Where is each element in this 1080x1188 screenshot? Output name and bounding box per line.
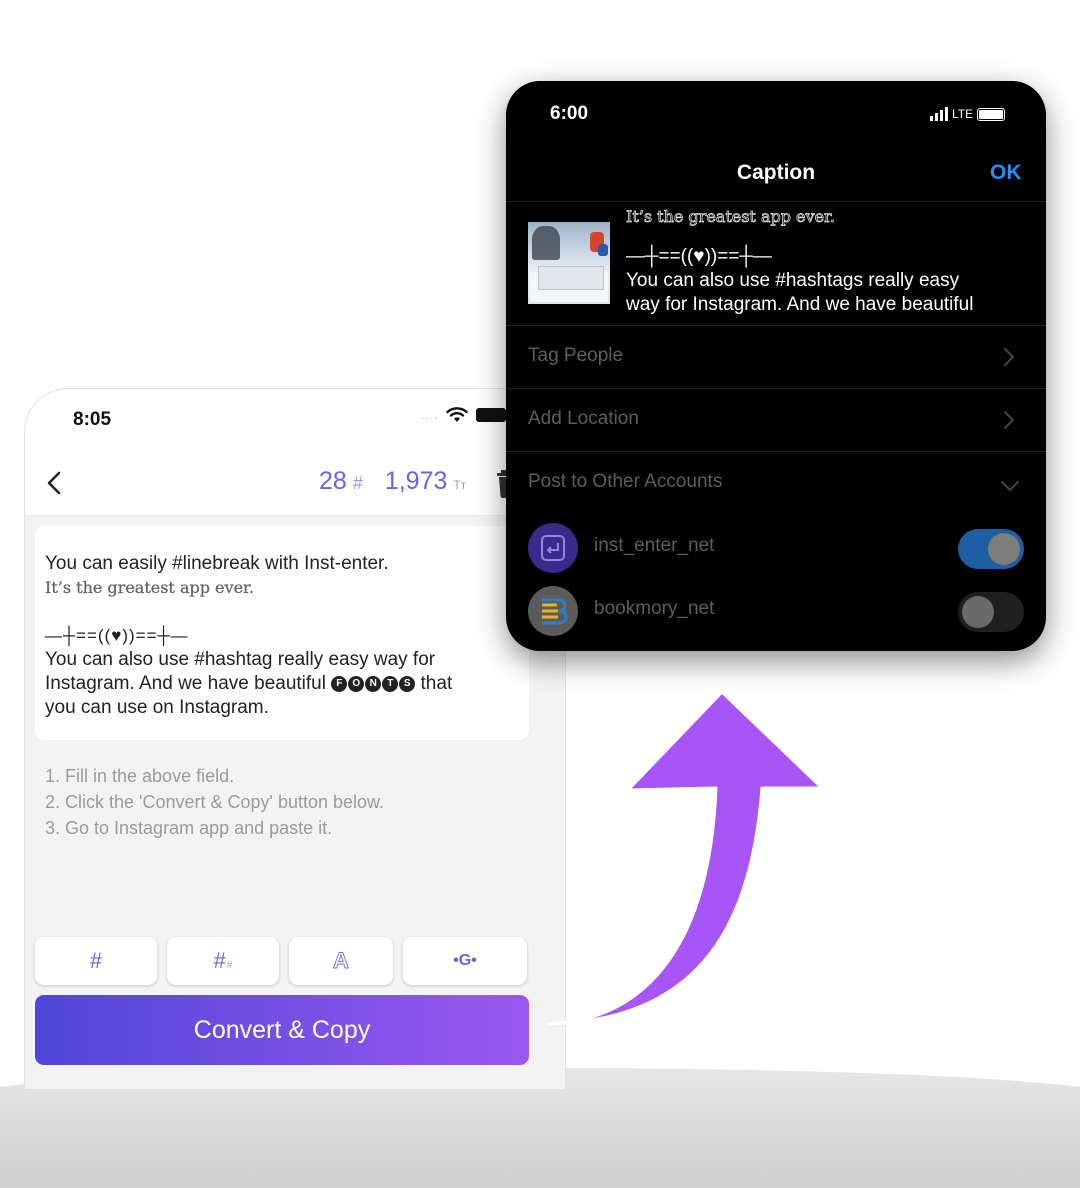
status-icons: ....	[421, 407, 507, 423]
hashtag-count: 28	[319, 467, 347, 495]
signal-dots: ....	[421, 408, 439, 422]
status-bar: 8:05 ....	[25, 389, 565, 453]
divider	[506, 325, 1046, 326]
font-icon: A	[333, 948, 350, 974]
text-size-icon: Tт	[453, 478, 467, 492]
hashtag-icon: #	[352, 473, 363, 493]
tag-people-label: Tag People	[528, 345, 624, 366]
editor-phone: 8:05 .... 28 # 1,973 Tт You can easily #…	[24, 388, 566, 1090]
status-time: 8:05	[73, 409, 112, 430]
more-icon: •G•	[453, 952, 477, 969]
fonts-circled-text: F O N T S	[331, 675, 416, 692]
chevron-right-icon	[1004, 348, 1015, 366]
account-name: bookmory_net	[594, 598, 715, 619]
page-title: Caption	[736, 161, 816, 184]
network-label: LTE	[952, 107, 974, 121]
instruction-item: 2. Click the 'Convert & Copy' button bel…	[45, 792, 385, 812]
status-time: 6:00	[550, 103, 589, 124]
more-button[interactable]: •G•	[403, 937, 527, 985]
battery-icon	[476, 408, 507, 422]
tag-people-row[interactable]: Tag People	[506, 327, 1046, 389]
instruction-item: 1. Fill in the above field.	[45, 766, 235, 786]
convert-copy-button[interactable]: Convert & Copy	[35, 995, 529, 1065]
chevron-right-icon	[1004, 411, 1015, 429]
curved-arrow-icon	[546, 690, 824, 1026]
post-other-accounts-label: Post to Other Accounts	[528, 471, 723, 492]
editor-line: you can use on Instagram.	[45, 697, 269, 718]
add-location-row[interactable]: Add Location	[506, 390, 1046, 452]
instruction-item: 3. Go to Instagram app and paste it.	[45, 818, 333, 838]
editor-fancy-line: It’s the greatest app ever.	[45, 578, 255, 597]
editor-line: You can easily #linebreak with Inst-ente…	[45, 553, 389, 574]
caption-line: way for Instagram. And we have beautiful	[626, 294, 974, 315]
editor-divider-line: —┼==((♥))==┼—	[45, 626, 189, 645]
chevron-left-icon	[47, 471, 61, 495]
counters: 28 # 1,973 Tт	[319, 467, 466, 496]
caption-divider-line: —┼==((♥))==┼—	[626, 246, 772, 267]
caption-preview[interactable]: It’s the greatest app ever. —┼==((♥))==┼…	[626, 205, 1026, 323]
post-other-accounts-row[interactable]: Post to Other Accounts	[506, 453, 1046, 515]
account-name: inst_enter_net	[594, 535, 715, 556]
signal-icon	[930, 107, 948, 121]
caption-phone: 6:00 LTE Caption OK It’s the greatest ap…	[506, 81, 1046, 651]
status-icons: LTE	[930, 107, 1006, 121]
font-button[interactable]: A	[289, 937, 393, 985]
hashtag-format-button[interactable]: # #	[167, 937, 279, 985]
instructions: 1. Fill in the above field. 2. Click the…	[45, 763, 384, 841]
hashtag-icon: #	[89, 948, 103, 973]
battery-icon	[977, 107, 1006, 121]
tool-buttons: # # # A •G•	[35, 937, 531, 985]
divider	[506, 388, 1046, 389]
account-toggle-off[interactable]	[958, 592, 1024, 632]
add-location-label: Add Location	[528, 408, 639, 429]
avatar	[528, 523, 578, 573]
hashtag-format-icon: #	[213, 948, 226, 973]
divider	[506, 451, 1046, 452]
account-row: inst_enter_net	[506, 519, 1046, 581]
chevron-down-icon	[1001, 481, 1019, 492]
char-count: 1,973	[384, 467, 448, 495]
divider	[506, 201, 1046, 202]
ok-button[interactable]: OK	[990, 161, 1022, 185]
editor-line: You can also use #hashtag really easy wa…	[45, 649, 436, 670]
caption-fancy-line: It’s the greatest app ever.	[626, 207, 836, 227]
account-row: bookmory_net	[506, 582, 1046, 644]
caption-editor[interactable]: You can easily #linebreak with Inst-ente…	[35, 526, 529, 740]
wifi-icon	[446, 407, 469, 423]
account-toggle-on[interactable]	[958, 529, 1024, 569]
hashtag-button[interactable]: #	[35, 937, 157, 985]
back-button[interactable]	[41, 467, 69, 499]
avatar	[528, 586, 578, 636]
editor-navbar: 28 # 1,973 Tт	[25, 453, 565, 516]
editor-line-fonts: Instagram. And we have beautiful F O N T…	[45, 673, 453, 694]
post-thumbnail	[528, 222, 610, 304]
caption-line: You can also use #hashtags really easy	[626, 270, 960, 291]
